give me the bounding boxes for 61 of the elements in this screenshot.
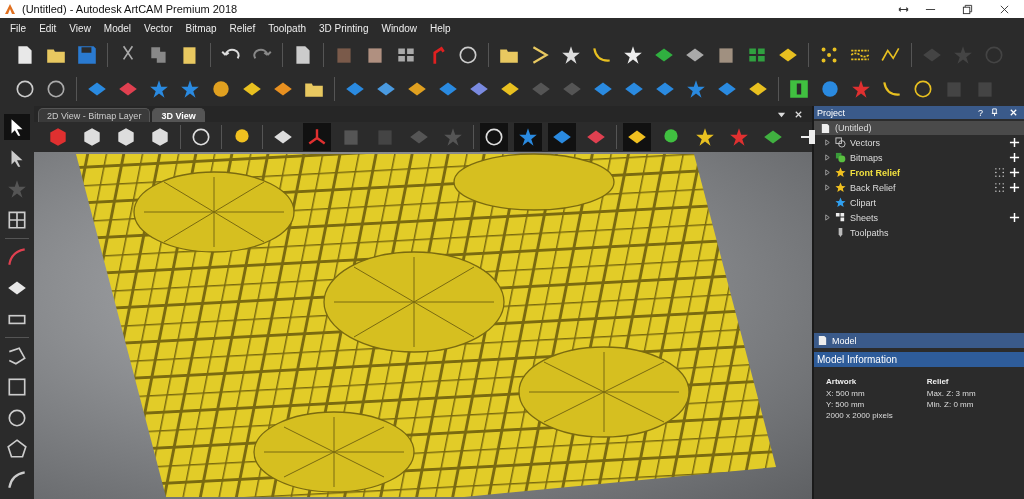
document-icon [817,335,828,346]
menu-item[interactable]: View [69,22,91,34]
app-logo-icon [4,3,16,15]
view-tab[interactable]: 2D View - Bitmap Layer [38,108,151,122]
menu-item[interactable]: Edit [39,22,57,34]
add-icon[interactable] [1009,182,1020,193]
expand-arrow-icon[interactable] [824,214,831,221]
info-text: Y: 500 mm [826,399,866,410]
menu-item[interactable]: Vector [144,22,173,34]
menu-item[interactable]: 3D Printing [319,22,369,34]
view-tab[interactable]: 3D View [152,108,205,122]
pin-icon[interactable] [990,108,999,117]
info-heading: Relief [926,377,950,386]
grid-dots-icon[interactable] [994,182,1005,193]
menu-item[interactable]: Toolpath [268,22,306,34]
expand-arrow-icon[interactable] [824,184,831,191]
tree-item[interactable]: Toolpaths [850,227,889,238]
menu-item[interactable]: Bitmap [185,22,217,34]
menu-item[interactable]: Relief [229,22,256,34]
restore-icon[interactable] [962,3,973,15]
document-icon [820,122,831,134]
tree-item[interactable]: Back Relief [850,182,896,193]
axes-icon[interactable] [303,123,331,151]
tree-root-item[interactable]: (Untitled) [814,121,1024,135]
tree-item[interactable]: Bitmaps [850,152,883,163]
help-icon[interactable]: ? [978,107,983,118]
circle-icon[interactable] [457,44,479,66]
menu-item[interactable]: Window [381,22,418,34]
grid-dots-icon[interactable] [994,167,1005,178]
add-icon[interactable] [1009,137,1020,148]
info-text: X: 500 mm [826,388,866,399]
info-heading: Artwork [826,377,858,386]
section-title: Model Information [817,354,898,365]
view-slider[interactable] [801,130,812,144]
expand-arrow-icon[interactable] [824,169,831,176]
menu-item[interactable]: Model [103,22,132,34]
panel-title: Model [832,335,857,346]
squares-icon [835,212,846,223]
add-icon[interactable] [1009,167,1020,178]
close-icon[interactable] [999,3,1010,15]
add-icon[interactable] [1009,152,1020,163]
menu-item[interactable]: File [10,22,27,34]
panel-title: Project [817,107,845,118]
star-icon [835,182,846,193]
tree-item[interactable]: Clipart [850,197,876,208]
save-icon[interactable] [76,44,98,66]
star-icon [835,167,846,178]
info-text: 2000 x 2000 pixels [826,410,893,421]
tree-item[interactable]: Vectors [850,137,880,148]
plus-icon[interactable] [788,78,810,100]
expand-arrow-icon[interactable] [824,139,831,146]
plate-icon[interactable] [623,123,651,151]
star-icon [835,197,846,208]
expand-arrow-icon[interactable] [824,154,831,161]
tree-item[interactable]: Front Relief [850,167,900,178]
tree-item[interactable]: Sheets [850,212,879,223]
add-icon[interactable] [1009,212,1020,223]
info-text: Max. Z: 3 mm [926,388,976,399]
info-text: Min. Z: 0 mm [926,399,975,410]
menu-item[interactable]: Help [430,22,451,34]
window-title: (Untitled) - Autodesk ArtCAM Premium 2018 [22,3,238,15]
